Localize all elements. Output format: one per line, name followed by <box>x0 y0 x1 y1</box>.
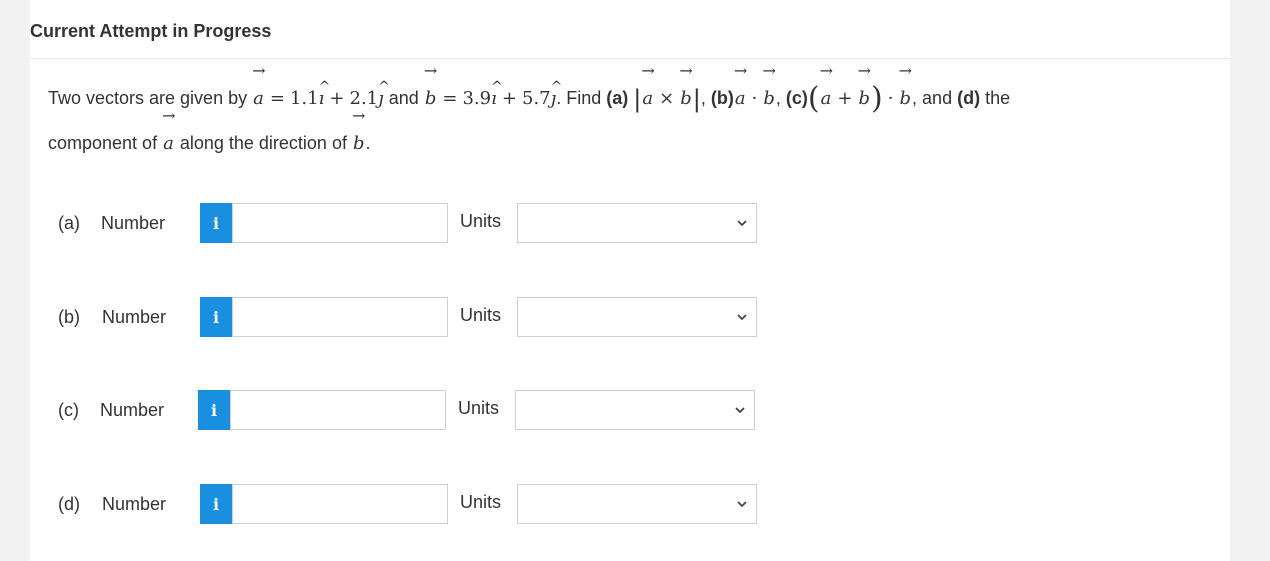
vector-a: → a <box>252 61 266 110</box>
question-intro: Two vectors are given by <box>48 88 248 108</box>
units-select-d[interactable] <box>517 484 757 524</box>
info-icon[interactable]: i <box>198 390 230 430</box>
info-icon[interactable]: i <box>200 484 232 524</box>
number-input-a[interactable] <box>232 203 448 243</box>
answer-type-label: Number <box>102 494 167 514</box>
question-card: Current Attempt in Progress Two vectors … <box>30 0 1230 561</box>
part-label: (a) <box>58 213 80 233</box>
unit-vector-j: ^ ȷ <box>378 79 390 109</box>
question-text: Two vectors are given by → a = 1.1 ^ ı + 2.… <box>48 61 1011 155</box>
answer-type-label: Number <box>100 400 165 420</box>
units-label: Units <box>460 492 502 512</box>
number-input-b[interactable] <box>232 297 448 337</box>
units-select-b[interactable] <box>517 297 757 337</box>
number-input-c[interactable] <box>230 390 446 430</box>
answer-row-a: (a) Number i Units <box>30 203 790 245</box>
answer-row-d: (d) Number i Units <box>30 484 790 526</box>
answer-type-label: Number <box>101 213 166 233</box>
number-input-d[interactable] <box>232 484 448 524</box>
answer-type-label: Number <box>102 307 167 327</box>
vector-b: → b <box>423 61 438 110</box>
answer-row-b: (b) Number i Units <box>30 297 790 339</box>
chevron-down-icon <box>737 314 747 321</box>
units-label: Units <box>460 211 502 231</box>
attempt-status-title: Current Attempt in Progress <box>30 21 272 41</box>
units-label: Units <box>460 305 502 325</box>
chevron-down-icon <box>737 220 747 227</box>
unit-vector-i: ^ ı <box>318 79 331 109</box>
units-select-a[interactable] <box>517 203 757 243</box>
info-icon[interactable]: i <box>200 297 232 337</box>
chevron-down-icon <box>735 407 745 414</box>
part-label: (b) <box>58 307 80 327</box>
part-label: (d) <box>58 494 80 514</box>
info-icon[interactable]: i <box>200 203 232 243</box>
attempt-header: Current Attempt in Progress <box>30 0 1230 59</box>
units-label: Units <box>458 398 500 418</box>
part-label: (c) <box>58 400 79 420</box>
units-select-c[interactable] <box>515 390 755 430</box>
answer-row-c: (c) Number i Units <box>30 390 790 432</box>
chevron-down-icon <box>737 501 747 508</box>
